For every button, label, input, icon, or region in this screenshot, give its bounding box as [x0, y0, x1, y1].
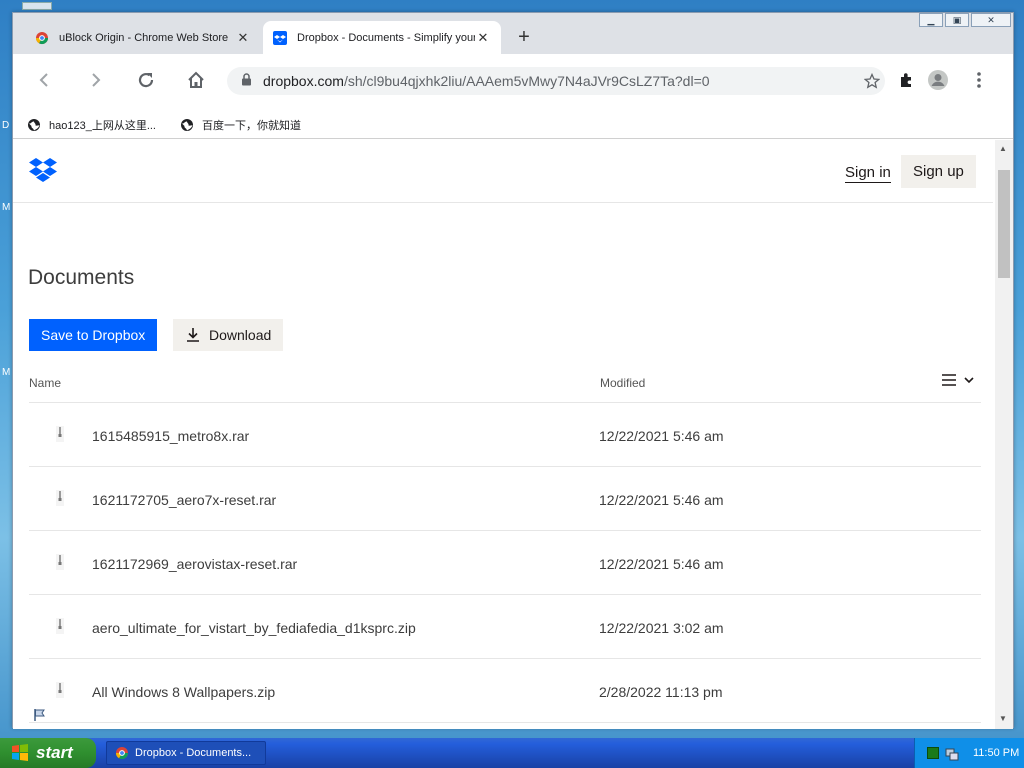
taskbar: start Dropbox - Documents... 11:50 PM — [0, 738, 1024, 768]
table-row[interactable]: aero_ultimate_for_vistart_by_fediafedia_… — [29, 595, 981, 659]
table-row[interactable]: 1621172705_aero7x-reset.rar 12/22/2021 5… — [29, 467, 981, 531]
dropbox-page: Sign in Sign up Documents Save to Dropbo… — [13, 140, 995, 729]
new-tab-button[interactable]: + — [513, 27, 535, 47]
table-row[interactable]: 1615485915_metro8x.rar 12/22/2021 5:46 a… — [29, 403, 981, 467]
home-icon[interactable] — [183, 67, 209, 93]
bookmark-label: hao123_上网从这里... — [49, 119, 156, 132]
file-modified: 12/22/2021 5:46 am — [599, 428, 724, 444]
column-header-modified[interactable]: Modified — [600, 376, 645, 390]
tab-title: uBlock Origin - Chrome Web Store — [59, 31, 229, 44]
tab-dropbox[interactable]: Dropbox - Documents - Simplify your ✕ — [263, 21, 501, 54]
sign-up-button[interactable]: Sign up — [901, 155, 976, 188]
bookmark-label: 百度一下，你就知道 — [202, 119, 301, 132]
close-icon[interactable]: ✕ — [475, 30, 491, 46]
zip-file-icon — [56, 618, 64, 634]
desktop-icon-label-fragment: M — [2, 367, 11, 378]
list-view-icon — [942, 374, 956, 386]
zip-file-icon — [56, 426, 64, 442]
dropbox-logo-icon[interactable] — [29, 158, 57, 187]
save-to-dropbox-button[interactable]: Save to Dropbox — [29, 319, 158, 351]
scroll-down-icon[interactable]: ▼ — [999, 714, 1007, 723]
download-icon — [187, 328, 199, 342]
file-name[interactable]: All Windows 8 Wallpapers.zip — [92, 684, 275, 700]
table-row[interactable]: All Windows 8 Wallpapers.zip 2/28/2022 1… — [29, 659, 981, 723]
menu-kebab-icon[interactable] — [966, 67, 992, 93]
profile-avatar-icon[interactable] — [925, 67, 951, 93]
tray-app-icon[interactable] — [927, 747, 939, 759]
taskbar-item-chrome[interactable]: Dropbox - Documents... — [106, 741, 266, 765]
file-modified: 12/22/2021 3:02 am — [599, 620, 724, 636]
lock-icon — [241, 73, 255, 89]
globe-icon — [28, 118, 40, 131]
zip-file-icon — [56, 682, 64, 698]
url-host: dropbox.com — [263, 73, 344, 89]
file-name[interactable]: 1615485915_metro8x.rar — [92, 428, 249, 444]
globe-icon — [181, 118, 193, 131]
page-title: Documents — [28, 266, 135, 289]
dropbox-icon — [273, 30, 287, 45]
tab-ublock[interactable]: uBlock Origin - Chrome Web Store ✕ — [25, 21, 261, 54]
close-icon[interactable]: ✕ — [235, 30, 251, 46]
view-toggle[interactable] — [941, 373, 975, 387]
address-bar[interactable]: dropbox.com/sh/cl9bu4qjxhk2liu/AAAem5vMw… — [227, 67, 885, 95]
chrome-icon — [116, 747, 128, 760]
close-window-button[interactable]: ✕ — [971, 13, 1011, 27]
bookmark-star-icon[interactable] — [859, 73, 885, 89]
start-button[interactable]: start — [0, 738, 96, 768]
system-tray: 11:50 PM — [914, 738, 1024, 768]
file-name[interactable]: 1621172705_aero7x-reset.rar — [92, 492, 276, 508]
tray-network-icon[interactable] — [945, 747, 959, 761]
flag-icon[interactable] — [33, 708, 47, 727]
download-label: Download — [209, 327, 272, 343]
zip-file-icon — [56, 490, 64, 506]
url-path: /sh/cl9bu4qjxhk2liu/AAAem5vMwy7N4aJVr9Cs… — [343, 73, 710, 89]
bookmark-hao123[interactable]: hao123_上网从这里... — [27, 117, 156, 133]
task-label: Dropbox - Documents... — [135, 747, 252, 759]
back-arrow-icon[interactable] — [31, 67, 57, 93]
bookmark-baidu[interactable]: 百度一下，你就知道 — [180, 117, 301, 133]
scrollbar-thumb[interactable] — [998, 170, 1010, 278]
sign-in-link[interactable]: Sign in — [845, 164, 891, 183]
extensions-puzzle-icon[interactable] — [894, 67, 920, 93]
page-scrollbar[interactable]: ▲ ▼ — [995, 140, 1013, 729]
scroll-up-icon[interactable]: ▲ — [999, 144, 1007, 153]
file-name[interactable]: 1621172969_aerovistax-reset.rar — [92, 556, 297, 572]
column-header-name[interactable]: Name — [29, 376, 61, 390]
table-row[interactable]: 1621172969_aerovistax-reset.rar 12/22/20… — [29, 531, 981, 595]
file-modified: 12/22/2021 5:46 am — [599, 492, 724, 508]
dropbox-header: Sign in Sign up — [13, 140, 993, 203]
url-text: dropbox.com/sh/cl9bu4qjxhk2liu/AAAem5vMw… — [263, 73, 859, 89]
file-name[interactable]: aero_ultimate_for_vistart_by_fediafedia_… — [92, 620, 416, 636]
file-modified: 12/22/2021 5:46 am — [599, 556, 724, 572]
bookmarks-bar: hao123_上网从这里... 百度一下，你就知道 — [13, 111, 1013, 139]
chrome-webstore-icon — [35, 31, 49, 45]
desktop-icon-label-fragment: M — [2, 202, 11, 213]
maximize-button[interactable]: ▣ — [945, 13, 969, 27]
browser-window: uBlock Origin - Chrome Web Store ✕ Dropb… — [12, 12, 1014, 729]
download-button[interactable]: Download — [173, 319, 284, 351]
zip-file-icon — [56, 554, 64, 570]
window-controls: ▁ ▣ ✕ — [917, 13, 1011, 27]
file-modified: 2/28/2022 11:13 pm — [599, 684, 723, 700]
clock: 11:50 PM — [973, 747, 1020, 759]
tab-title: Dropbox - Documents - Simplify your — [297, 31, 475, 44]
chevron-down-icon — [964, 377, 974, 384]
desktop-icon-label-fragment: D — [2, 120, 10, 131]
desktop-icon[interactable] — [22, 2, 52, 10]
minimize-button[interactable]: ▁ — [919, 13, 943, 27]
start-label: start — [36, 743, 73, 762]
tab-strip: uBlock Origin - Chrome Web Store ✕ Dropb… — [13, 13, 1013, 54]
forward-arrow-icon[interactable] — [83, 67, 109, 93]
reload-icon[interactable] — [133, 67, 159, 93]
windows-logo-icon — [12, 744, 28, 761]
